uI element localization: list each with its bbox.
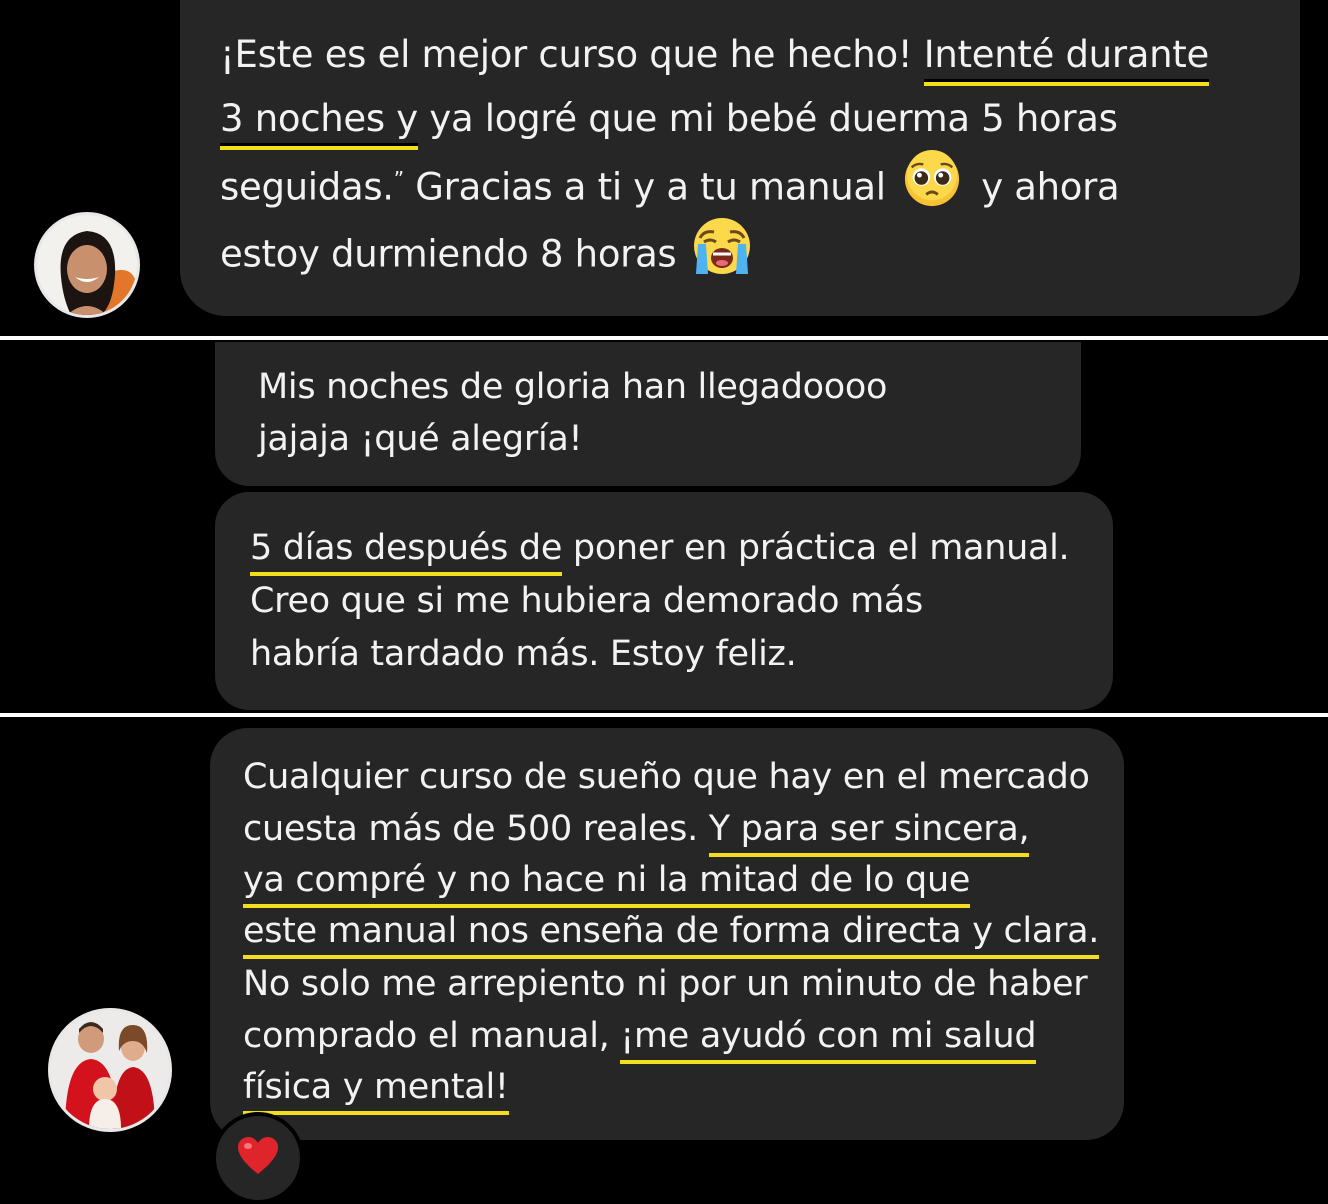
highlighted-text: ya compré y no hace ni la mitad de lo qu… [243, 860, 970, 908]
avatar-family-photo [51, 1011, 169, 1129]
message-1-line-2: 3 noches y ya logré que mi bebé duerma 5… [220, 97, 1118, 150]
text-segment: estoy durmiendo 8 horas [220, 232, 677, 276]
message-4-line-1: Cualquier curso de sueño que hay en el m… [243, 757, 1090, 797]
text-segment: Gracias a ti y a tu manual [403, 165, 898, 209]
avatar-woman-photo [37, 215, 137, 315]
text-segment: ya logré que mi bebé duerma 5 horas [417, 97, 1118, 140]
text-segment: ¡Este es el mejor curso que he hecho! [220, 33, 924, 76]
highlighted-text: este manual nos enseña de forma directa … [243, 911, 1099, 959]
text-segment: seguidas. [220, 165, 394, 209]
message-2-line-1: Mis noches de gloria han llegadoooo [258, 367, 888, 407]
message-1-line-3: seguidas.” Gracias a ti y a tu manual y … [220, 150, 1120, 214]
divider [0, 336, 1328, 340]
text-segment: comprado el manual, [243, 1016, 621, 1056]
text-segment: y ahora [981, 165, 1120, 209]
highlighted-text: Intenté durante [923, 33, 1209, 86]
avatar-woman[interactable] [34, 212, 140, 318]
message-4-line-2: cuesta más de 500 reales. Y para ser sin… [243, 809, 1030, 857]
highlighted-text: Y para ser sincera, [708, 809, 1030, 857]
message-3-line-3: habría tardado más. Estoy feliz. [250, 634, 797, 674]
quote-mark: ” [393, 167, 404, 192]
message-4-line-6: comprado el manual, ¡me ayudó con mi sal… [243, 1016, 1037, 1064]
message-3-line-1: 5 días después de poner en práctica el m… [250, 528, 1070, 576]
pleading-face-icon [903, 150, 961, 214]
highlighted-text: ¡me ayudó con mi salud [620, 1016, 1037, 1064]
highlighted-text: 3 noches y [220, 97, 418, 150]
message-2-line-2: jajaja ¡qué alegría! [258, 419, 583, 459]
message-3-line-2: Creo que si me hubiera demorado más [250, 581, 923, 621]
text-segment: cuesta más de 500 reales. [243, 809, 709, 849]
reaction-badge[interactable] [212, 1112, 304, 1204]
message-4-line-4: este manual nos enseña de forma directa … [243, 911, 1099, 959]
divider [0, 713, 1328, 717]
text-segment: poner en práctica el manual. [562, 528, 1070, 568]
highlighted-text: 5 días después de [250, 528, 562, 576]
avatar-family[interactable] [48, 1008, 172, 1132]
message-4-line-5: No solo me arrepiento ni por un minuto d… [243, 964, 1088, 1004]
highlighted-text: física y mental! [243, 1067, 509, 1115]
loudly-crying-face-icon [692, 216, 752, 282]
message-bubble-2 [215, 342, 1081, 486]
red-heart-icon [237, 1136, 279, 1180]
message-1-line-1: ¡Este es el mejor curso que he hecho! In… [220, 33, 1209, 86]
message-4-line-7: física y mental! [243, 1067, 509, 1115]
message-1-line-4: estoy durmiendo 8 horas [220, 218, 752, 282]
message-4-line-3: ya compré y no hace ni la mitad de lo qu… [243, 860, 970, 908]
